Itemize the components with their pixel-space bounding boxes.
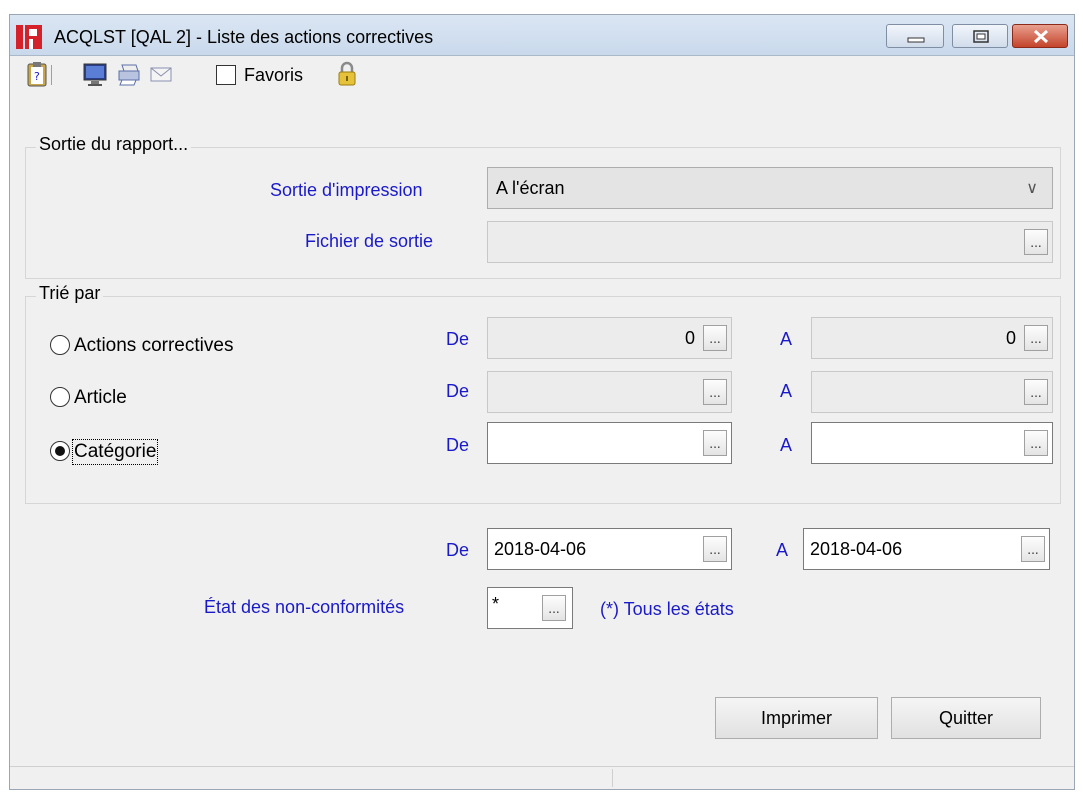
sort-group-title: Trié par [36, 283, 104, 304]
monitor-icon[interactable] [82, 61, 108, 87]
app-logo-icon [16, 25, 42, 49]
date-to-picker-button[interactable]: ... [1021, 536, 1045, 562]
chevron-down-icon: ∨ [1026, 180, 1038, 197]
article-from-browse-button[interactable]: ... [703, 379, 727, 405]
output-file-browse-button[interactable]: ... [1024, 229, 1048, 255]
nc-state-label: État des non-conformités [204, 597, 405, 617]
date-to-field[interactable]: 2018-04-06 ... [803, 528, 1050, 570]
svg-text:?: ? [34, 70, 40, 83]
nc-state-field[interactable]: * ... [487, 587, 573, 629]
article-to-field[interactable]: ... [811, 371, 1053, 413]
printer-icon[interactable] [116, 61, 142, 87]
favorites-checkbox[interactable] [216, 65, 236, 85]
categorie-to-field[interactable]: ... [811, 422, 1053, 464]
categorie-to-browse-button[interactable]: ... [1024, 430, 1048, 456]
date-from-picker-button[interactable]: ... [703, 536, 727, 562]
window-title: ACQLST [QAL 2] - Liste des actions corre… [54, 27, 434, 47]
status-bar-separator [612, 769, 613, 787]
article-from-label: De [446, 381, 470, 401]
date-to-value: 2018-04-06 [810, 539, 903, 559]
article-to-browse-button[interactable]: ... [1024, 379, 1048, 405]
actions-to-field[interactable]: 0 ... [811, 317, 1053, 359]
categorie-from-label: De [446, 435, 470, 455]
quit-button[interactable]: Quitter [891, 697, 1041, 739]
print-button[interactable]: Imprimer [715, 697, 878, 739]
categorie-to-label: A [780, 435, 793, 455]
categorie-from-browse-button[interactable]: ... [703, 430, 727, 456]
actions-from-field[interactable]: 0 ... [487, 317, 732, 359]
toolbar: ? Favoris [10, 55, 1074, 97]
output-file-field[interactable]: ... [487, 221, 1053, 263]
article-from-field[interactable]: ... [487, 371, 732, 413]
actions-to-browse-button[interactable]: ... [1024, 325, 1048, 351]
favorites-label: Favoris [244, 65, 304, 85]
nc-state-hint: (*) Tous les états [600, 599, 734, 619]
print-output-value: A l'écran [496, 178, 565, 198]
radio-article-label: Article [74, 387, 127, 408]
date-from-label: De [446, 540, 470, 560]
restore-icon [973, 30, 989, 43]
clipboard-icon[interactable]: ? [24, 61, 50, 87]
article-to-label: A [780, 381, 793, 401]
minimize-icon [907, 37, 925, 43]
date-from-field[interactable]: 2018-04-06 ... [487, 528, 732, 570]
report-output-group-title: Sortie du rapport... [36, 134, 192, 155]
radio-categorie[interactable] [50, 441, 70, 461]
actions-from-label: De [446, 329, 470, 349]
nc-state-browse-button[interactable]: ... [542, 595, 566, 621]
output-file-label: Fichier de sortie [305, 231, 434, 251]
restore-button[interactable] [952, 24, 1008, 48]
minimize-button[interactable] [886, 24, 944, 48]
actions-from-value: 0 [684, 328, 695, 348]
nc-state-value: * [492, 594, 500, 614]
email-icon[interactable] [148, 61, 174, 87]
actions-to-value: 0 [1005, 328, 1016, 348]
categorie-from-field[interactable]: ... [487, 422, 732, 464]
actions-to-label: A [780, 329, 793, 349]
date-to-label: A [776, 540, 789, 560]
status-bar [10, 766, 1074, 789]
radio-actions-correctives[interactable] [50, 335, 70, 355]
report-window: ACQLST [QAL 2] - Liste des actions corre… [9, 14, 1075, 790]
lock-icon[interactable] [334, 61, 360, 87]
radio-categorie-label: Catégorie [71, 439, 159, 465]
close-icon [1033, 29, 1049, 44]
toolbar-separator [51, 65, 52, 85]
title-bar[interactable]: ACQLST [QAL 2] - Liste des actions corre… [10, 15, 1074, 56]
radio-article[interactable] [50, 387, 70, 407]
date-from-value: 2018-04-06 [494, 539, 587, 559]
actions-from-browse-button[interactable]: ... [703, 325, 727, 351]
print-output-label: Sortie d'impression [270, 180, 423, 200]
close-button[interactable] [1012, 24, 1068, 48]
radio-actions-correctives-label: Actions correctives [74, 335, 234, 356]
print-output-select[interactable]: A l'écran ∨ [487, 167, 1053, 209]
